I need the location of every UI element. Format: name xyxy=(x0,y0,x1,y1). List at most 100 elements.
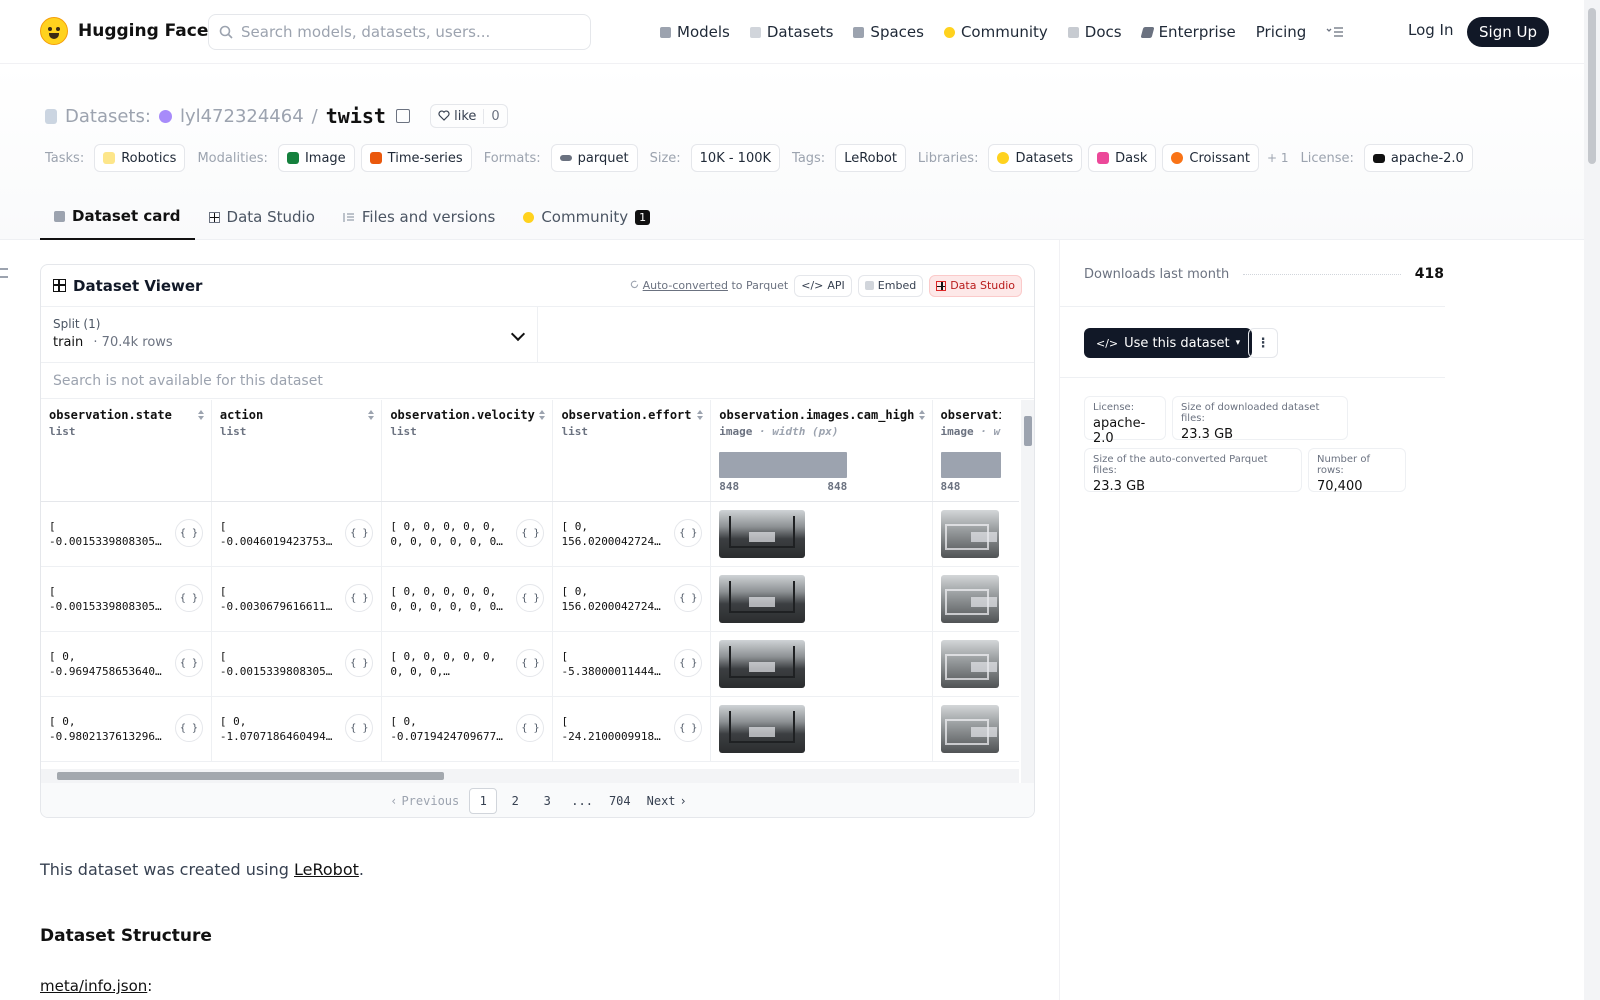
page-button[interactable]: 1 xyxy=(469,788,498,814)
nav-docs[interactable]: Docs xyxy=(1067,23,1122,41)
tag-time-series[interactable]: Time-series xyxy=(360,144,472,172)
expand-json-icon[interactable]: { } xyxy=(174,584,203,612)
expand-json-icon[interactable]: { } xyxy=(345,714,374,742)
column-header[interactable]: action list xyxy=(211,400,383,502)
column-header[interactable]: observation.images.cam_high image · width… xyxy=(710,400,933,502)
copy-icon[interactable] xyxy=(395,109,410,123)
cam-wrist-thumbnail[interactable] xyxy=(940,575,999,623)
column-header[interactable]: observation.images.cam_left_wristimage ·… xyxy=(932,400,1019,502)
expand-json-icon[interactable]: { } xyxy=(345,519,374,547)
cam-wrist-thumbnail[interactable] xyxy=(940,705,999,753)
table-cell[interactable]: [ 0, 0, 0, 0, 0, 0, 0, 0,… { } xyxy=(381,631,554,697)
sort-icon[interactable] xyxy=(539,410,546,420)
next-page-button[interactable]: Next › xyxy=(641,788,693,814)
tag-datasets-lib[interactable]: Datasets xyxy=(988,144,1083,172)
data-table-wrapper[interactable]: observation.state list action list observa… xyxy=(41,400,1019,790)
table-row[interactable]: [ 0, -0.9694758653640…{ }[ -0.0015339808… xyxy=(41,631,1019,697)
sort-icon[interactable] xyxy=(697,410,704,420)
expand-json-icon[interactable]: { } xyxy=(674,714,703,742)
expand-json-icon[interactable]: { } xyxy=(516,714,545,742)
image-cell[interactable] xyxy=(710,696,933,762)
use-this-dataset-button[interactable]: </> Use this dataset ▾ xyxy=(1084,328,1253,358)
expand-json-icon[interactable]: { } xyxy=(674,649,703,677)
page-button[interactable]: 2 xyxy=(501,788,529,814)
table-cell[interactable]: [ 0, -0.9802137613296… { } xyxy=(41,696,212,762)
expand-json-icon[interactable]: { } xyxy=(516,584,545,612)
sort-icon[interactable] xyxy=(197,410,205,420)
column-header[interactable]: observation.state list xyxy=(41,400,212,502)
tag-lerobot[interactable]: LeRobot xyxy=(835,144,906,172)
image-cell[interactable] xyxy=(932,696,1019,762)
image-cell[interactable] xyxy=(932,566,1019,632)
search-input[interactable] xyxy=(241,23,561,41)
repo-name[interactable]: twist xyxy=(326,104,386,128)
table-row[interactable]: [ 0, -0.9802137613296…{ }[ 0, -1.0707186… xyxy=(41,696,1019,762)
nav-models[interactable]: Models xyxy=(660,23,730,41)
tag-croissant[interactable]: Croissant xyxy=(1162,144,1259,172)
table-cell[interactable]: [ 0, 0, 0, 0, 0, 0, 0, 0, 0, 0, 0… { } xyxy=(381,501,554,567)
signup-button[interactable]: Sign Up xyxy=(1467,17,1549,47)
login-link[interactable]: Log In xyxy=(1408,21,1454,39)
table-cell[interactable]: [ 0, -0.9694758653640… { } xyxy=(41,631,212,697)
cam-wrist-thumbnail[interactable] xyxy=(940,640,999,688)
expand-json-icon[interactable]: { } xyxy=(345,584,374,612)
tab-files-and-versions[interactable]: Files and versions xyxy=(329,194,509,240)
tab-data-studio[interactable]: Data Studio xyxy=(195,194,329,240)
column-header[interactable]: observation.velocity list xyxy=(381,400,554,502)
table-cell[interactable]: [ -0.0015339808305… { } xyxy=(211,631,383,697)
libraries-more[interactable]: + 1 xyxy=(1267,151,1289,165)
image-cell[interactable] xyxy=(710,631,933,697)
expand-json-icon[interactable]: { } xyxy=(345,649,374,677)
table-cell[interactable]: [ -0.0046019423753… { } xyxy=(211,501,383,567)
cam-high-thumbnail[interactable] xyxy=(719,705,806,753)
cam-wrist-thumbnail[interactable] xyxy=(940,510,999,558)
table-cell[interactable]: [ -0.0015339808305… { } xyxy=(41,566,212,632)
cam-high-thumbnail[interactable] xyxy=(719,640,806,688)
table-vertical-scrollbar[interactable] xyxy=(1021,400,1034,790)
image-cell[interactable] xyxy=(932,631,1019,697)
nav-datasets[interactable]: Datasets xyxy=(749,23,833,41)
tag-dask[interactable]: Dask xyxy=(1088,144,1157,172)
tag-license[interactable]: apache-2.0 xyxy=(1363,144,1473,172)
table-cell[interactable]: [ -0.0015339808305… { } xyxy=(41,501,212,567)
tag-size[interactable]: 10K - 100K xyxy=(690,144,781,172)
table-horizontal-scrollbar[interactable] xyxy=(41,769,1019,783)
lerobot-link[interactable]: LeRobot xyxy=(294,860,359,879)
table-cell[interactable]: [ -0.0030679616611… { } xyxy=(211,566,383,632)
nav-community[interactable]: Community xyxy=(943,23,1048,41)
cam-high-thumbnail[interactable] xyxy=(719,510,806,558)
embed-button[interactable]: Embed xyxy=(857,274,924,297)
section-label[interactable]: Datasets: xyxy=(65,106,151,127)
table-cell[interactable]: [ 0, -0.0719424709677… { } xyxy=(381,696,554,762)
table-cell[interactable]: [ 0, 156.0200042724… { } xyxy=(552,501,712,567)
width-histogram-bar[interactable] xyxy=(719,452,848,478)
expand-json-icon[interactable]: { } xyxy=(674,584,703,612)
sort-icon[interactable] xyxy=(918,410,926,420)
auto-converted-note[interactable]: Auto-converted to Parquet xyxy=(630,279,788,292)
previous-page-button[interactable]: ‹ Previous xyxy=(384,788,465,814)
page-scrollbar[interactable] xyxy=(1584,0,1600,1000)
expand-json-icon[interactable]: { } xyxy=(174,519,203,547)
expand-json-icon[interactable]: { } xyxy=(516,519,545,547)
tag-parquet[interactable]: parquet xyxy=(550,144,638,172)
image-cell[interactable] xyxy=(932,501,1019,567)
meta-info-link[interactable]: meta/info.json xyxy=(40,977,147,995)
page-button[interactable]: 3 xyxy=(533,788,561,814)
brand-logo[interactable]: Hugging Face xyxy=(40,17,208,45)
cam-high-thumbnail[interactable] xyxy=(719,575,806,623)
table-cell[interactable]: [ 0, 156.0200042724… { } xyxy=(552,566,712,632)
tab-community[interactable]: Community 1 xyxy=(509,194,664,240)
tag-image[interactable]: Image xyxy=(277,144,355,172)
table-cell[interactable]: [ 0, 0, 0, 0, 0, 0, 0, 0, 0, 0, 0… { } xyxy=(381,566,554,632)
width-histogram-bar[interactable] xyxy=(940,452,1001,478)
global-search[interactable] xyxy=(208,14,591,50)
sort-icon[interactable] xyxy=(368,410,375,420)
table-row[interactable]: [ -0.0015339808305…{ }[ -0.0030679616611… xyxy=(41,566,1019,632)
split-dropdown[interactable]: Split (1) train · 70.4k rows xyxy=(41,307,538,362)
tag-robotics[interactable]: Robotics xyxy=(94,144,186,172)
column-header[interactable]: observation.effort list xyxy=(552,400,712,502)
more-options-button[interactable]: ⋮ xyxy=(1248,328,1278,358)
table-cell[interactable]: [ 0, -1.0707186460494… { } xyxy=(211,696,383,762)
data-studio-button[interactable]: Data Studio xyxy=(929,274,1022,297)
expand-json-icon[interactable]: { } xyxy=(174,714,203,742)
